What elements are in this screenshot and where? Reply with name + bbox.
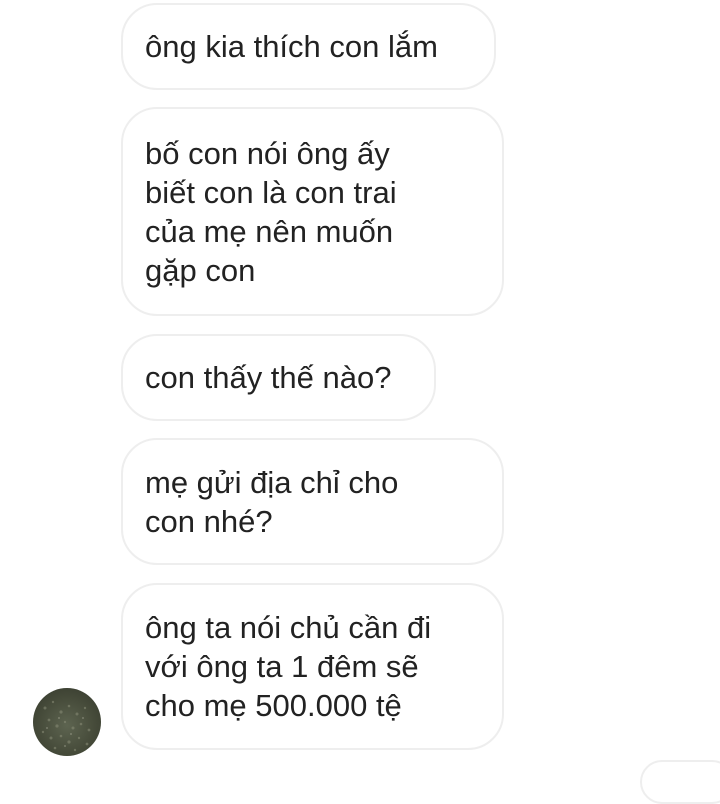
sender-avatar[interactable] xyxy=(33,688,101,756)
message-bubble[interactable]: mẹ gửi địa chỉ cho con nhé? xyxy=(121,438,504,565)
message-bubble[interactable]: ông kia thích con lắm xyxy=(121,3,496,90)
message-bubble[interactable]: bố con nói ông ấy biết con là con trai c… xyxy=(121,107,504,316)
message-bubble-partial xyxy=(640,760,720,804)
message-bubble[interactable]: ông ta nói chủ cần đi với ông ta 1 đêm s… xyxy=(121,583,504,750)
message-thread[interactable]: ông kia thích con lắm bố con nói ông ấy … xyxy=(0,0,720,804)
message-bubble[interactable]: con thấy thế nào? xyxy=(121,334,436,421)
avatar-photo xyxy=(41,700,91,752)
